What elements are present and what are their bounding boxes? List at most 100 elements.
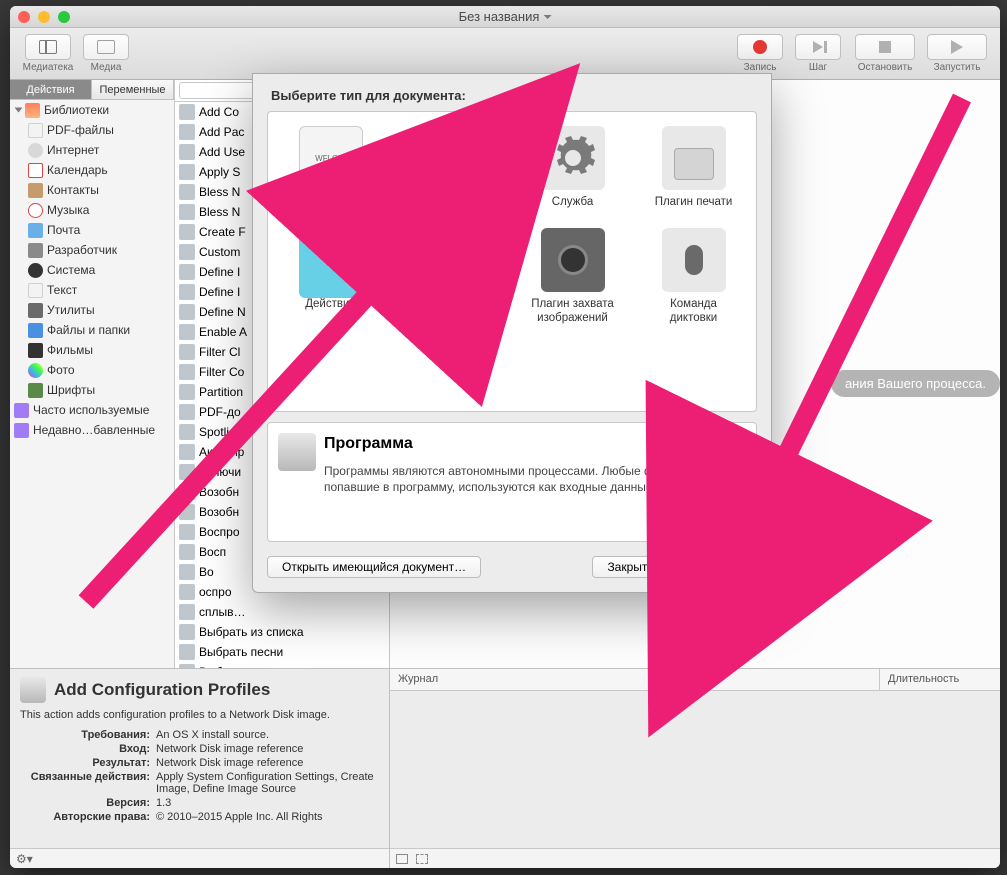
close-window-button[interactable] [18,11,30,23]
dialog-title: Выберите тип для документа: [253,74,771,111]
doc-type-app[interactable]: Программа [393,122,510,216]
minimize-window-button[interactable] [38,11,50,23]
action-label: Восп [199,545,226,559]
tab-variables[interactable]: Переменные [92,80,174,99]
zoom-window-button[interactable] [58,11,70,23]
action-label: PDF-до [199,405,241,419]
category-icon [28,263,43,278]
action-label: Define I [199,285,240,299]
tree-item[interactable]: Фото [10,360,174,380]
library-tree[interactable]: БиблиотекиPDF-файлыИнтернет Календарь Конт… [10,100,174,668]
doc-type-wflow[interactable]: Процесс [272,122,389,216]
category-icon [28,183,43,198]
doc-type-folder[interactable]: Действие [272,224,389,332]
record-button[interactable] [737,34,783,60]
tree-item[interactable]: Текст [10,280,174,300]
category-icon [28,123,43,138]
category-icon [28,343,43,358]
doc-type-cal[interactable]: Уведомление Календаря [393,224,510,332]
log-body[interactable] [390,691,1000,848]
stop-button[interactable] [855,34,915,60]
action-icon [179,464,195,480]
sidebar-icon [39,40,57,54]
run-button[interactable] [927,34,987,60]
doc-type-label: Процесс [300,194,361,212]
tree-label: Календарь [47,163,108,177]
action-icon [179,604,195,620]
info-footer: ⚙︎▾ [10,848,389,868]
action-item[interactable]: Выбрать из списка [175,622,389,642]
settings-button[interactable]: ⚙︎▾ [16,852,33,866]
category-icon [28,283,43,298]
action-icon [179,624,195,640]
action-icon [179,544,195,560]
doc-type-print[interactable]: Плагин печати [635,122,752,216]
tree-item-recent[interactable]: Недавно…бавленные [10,420,174,440]
tree-label: Разработчик [47,243,117,257]
close-button[interactable]: Закрыть [592,556,668,578]
window-title[interactable]: Без названия [459,9,552,24]
action-icon [179,204,195,220]
action-item[interactable]: сплыв… [175,602,389,622]
tree-item[interactable]: Разработчик [10,240,174,260]
tree-item[interactable]: Календарь [10,160,174,180]
info-value: Apply System Configuration Settings, Cre… [156,771,379,795]
tree-item[interactable]: Почта [10,220,174,240]
tree-item[interactable]: Файлы и папки [10,320,174,340]
tree-item[interactable]: PDF-файлы [10,120,174,140]
tree-item[interactable]: Утилиты [10,300,174,320]
action-item[interactable]: Выбрать песни [175,642,389,662]
doc-type-label: Уведомление Календаря [397,296,506,328]
tree-item[interactable]: Контакты [10,180,174,200]
doc-type-mic[interactable]: Команда диктовки [635,224,752,332]
doc-type-cam[interactable]: Плагин захвата изображений [514,224,631,332]
canvas-hint: ания Вашего процесса. [831,370,1000,397]
open-existing-button[interactable]: Открыть имеющийся документ… [267,556,481,578]
action-icon [179,104,195,120]
action-icon [179,404,195,420]
toggle-library-button[interactable] [25,34,71,60]
category-icon [28,323,43,338]
action-label: Spotligh [199,425,242,439]
action-label: Define N [199,305,246,319]
tree-root-libraries[interactable]: Библиотеки [10,100,174,120]
tree-label: Фильмы [47,343,93,357]
media-button[interactable] [83,34,129,60]
info-value: An OS X install source. [156,729,379,741]
action-icon [179,184,195,200]
log-col-journal[interactable]: Журнал [390,669,880,690]
doc-type-gear[interactable]: Служба [514,122,631,216]
tree-label: Текст [47,283,77,297]
tree-item[interactable]: Музыка [10,200,174,220]
category-icon [28,383,43,398]
disclosure-icon [15,108,23,113]
step-button[interactable] [795,34,841,60]
tree-item-favorites[interactable]: Часто используемые [10,400,174,420]
print-icon [662,126,726,190]
tree-item[interactable]: Система [10,260,174,280]
dialog-footer: Открыть имеющийся документ… Закрыть Выбр… [253,542,771,592]
category-icon [28,303,43,318]
log-col-duration[interactable]: Длительность [880,669,1000,690]
action-icon [179,144,195,160]
choose-button[interactable]: Выбрать [679,556,757,578]
bottom-panel: Add Configuration Profiles This action a… [10,668,1000,868]
tree-item[interactable]: Интернет [10,140,174,160]
doc-type-label: Команда диктовки [639,296,748,328]
action-icon [179,324,195,340]
log-view-icon[interactable] [416,854,428,864]
action-label: Add Use [199,145,245,159]
new-document-dialog: Выберите тип для документа: Процесс Прогр… [252,73,772,593]
traffic-lights [18,11,70,23]
action-label: Add Co [199,105,239,119]
log-view-icon[interactable] [396,854,408,864]
info-table: Требования:An OS X install source. Вход:… [20,729,379,823]
tree-label: Недавно…бавленные [33,423,155,437]
gear-icon [541,126,605,190]
log-panel: Журнал Длительность [390,669,1000,868]
tree-item[interactable]: Шрифты [10,380,174,400]
tab-actions[interactable]: Действия [10,80,92,99]
tree-item[interactable]: Фильмы [10,340,174,360]
info-value: 1.3 [156,797,379,809]
action-label: Bless N [199,185,240,199]
